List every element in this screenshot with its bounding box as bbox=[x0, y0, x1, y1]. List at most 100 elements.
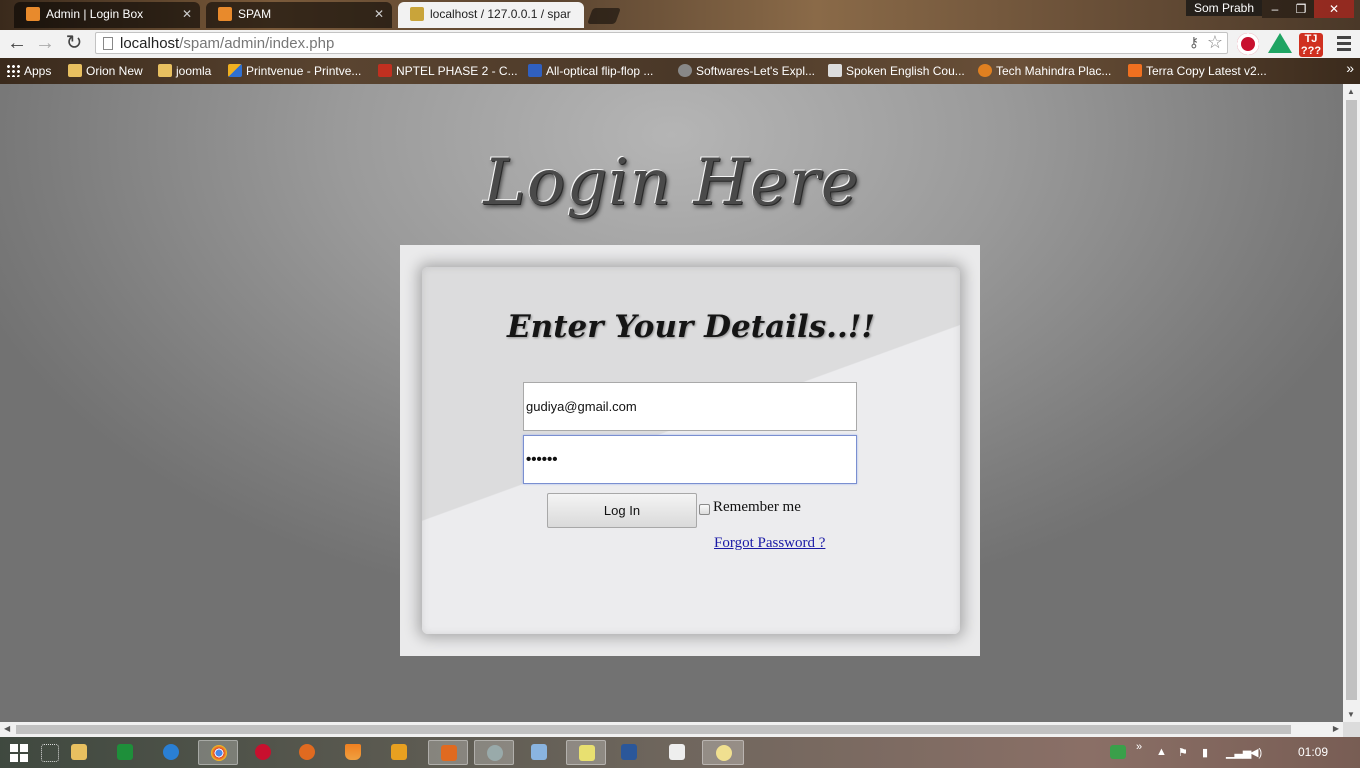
scroll-down-icon[interactable]: ▼ bbox=[1347, 710, 1355, 719]
drive-extension-icon[interactable] bbox=[1268, 33, 1292, 53]
vertical-scroll-thumb[interactable] bbox=[1346, 100, 1357, 700]
password-field[interactable] bbox=[523, 435, 857, 484]
taskbar-xampp[interactable] bbox=[428, 740, 468, 765]
login-panel: Enter Your Details..!! Log In Remember m… bbox=[400, 245, 980, 656]
taskbar-clock[interactable]: 01:09 bbox=[1298, 745, 1328, 759]
url-text: localhost/spam/admin/index.php bbox=[120, 35, 335, 52]
page-icon bbox=[828, 64, 842, 77]
xampp-favicon-icon bbox=[26, 7, 40, 21]
tab-spam[interactable]: SPAM ✕ bbox=[206, 2, 392, 28]
taskbar-word[interactable] bbox=[612, 740, 646, 765]
tj-extension-icon[interactable]: TJ ??? bbox=[1299, 33, 1323, 57]
bookmark-star-icon[interactable]: ☆ bbox=[1207, 32, 1223, 53]
taskbar-app[interactable] bbox=[474, 740, 514, 765]
network-signal-icon[interactable]: ▁▃▅ bbox=[1226, 746, 1251, 759]
tab-title: localhost / 127.0.0.1 / spar bbox=[430, 7, 571, 21]
taskbar-ie[interactable] bbox=[154, 740, 188, 765]
windows-logo-icon bbox=[10, 744, 18, 752]
tray-overflow-icon[interactable]: » bbox=[1136, 741, 1148, 753]
taskbar-explorer[interactable] bbox=[62, 740, 96, 765]
xampp-icon bbox=[441, 745, 457, 761]
volume-icon[interactable]: ◀) bbox=[1250, 746, 1262, 759]
bookmark-softwares[interactable]: Softwares-Let's Expl... bbox=[676, 62, 815, 80]
opera-extension-icon[interactable] bbox=[1237, 33, 1259, 55]
taskbar-opera[interactable] bbox=[246, 740, 280, 765]
tab-close-icon[interactable]: ✕ bbox=[374, 2, 384, 26]
remember-me-label: Remember me bbox=[713, 499, 801, 515]
taskbar-apps-button[interactable] bbox=[32, 740, 66, 765]
horizontal-scroll-thumb[interactable] bbox=[16, 725, 1291, 734]
windows-taskbar: » ▲ ⚑ ▮ ▁▃▅ ◀) 01:09 bbox=[0, 737, 1360, 768]
email-field[interactable] bbox=[523, 382, 857, 431]
site-icon bbox=[978, 64, 992, 77]
tab-title: Admin | Login Box bbox=[46, 7, 144, 21]
scroll-up-icon[interactable]: ▲ bbox=[1347, 87, 1355, 96]
media-player-icon bbox=[391, 744, 407, 760]
taskbar-notepad[interactable] bbox=[522, 740, 556, 765]
scroll-right-icon[interactable]: ▶ bbox=[1333, 724, 1339, 733]
forward-button[interactable]: → bbox=[33, 32, 57, 56]
folder-icon bbox=[71, 744, 87, 760]
bookmark-terra-copy[interactable]: Terra Copy Latest v2... bbox=[1126, 62, 1267, 80]
bookmark-printvenue[interactable]: Printvenue - Printve... bbox=[226, 62, 361, 80]
bookmarks-bar: Apps Orion New joomla Printvenue - Print… bbox=[0, 58, 1360, 84]
minimize-button[interactable]: – bbox=[1262, 0, 1288, 18]
phpmyadmin-favicon-icon bbox=[410, 7, 424, 21]
printvenue-icon bbox=[228, 64, 242, 77]
address-bar[interactable]: localhost/spam/admin/index.php ⚷ ☆ bbox=[95, 32, 1228, 54]
app-icon bbox=[487, 745, 503, 761]
login-button[interactable]: Log In bbox=[547, 493, 697, 528]
taskbar-chrome[interactable] bbox=[198, 740, 238, 765]
site-icon bbox=[678, 64, 692, 77]
bookmark-all-optical[interactable]: All-optical flip-flop ... bbox=[526, 62, 653, 80]
tray-app-icon[interactable] bbox=[1110, 745, 1126, 759]
internet-explorer-icon bbox=[163, 744, 179, 760]
scroll-left-icon[interactable]: ◀ bbox=[4, 724, 10, 733]
forgot-password-link[interactable]: Forgot Password ? bbox=[714, 535, 825, 552]
close-window-button[interactable]: ✕ bbox=[1314, 0, 1354, 18]
apps-grid-icon bbox=[6, 64, 20, 77]
chrome-menu-icon[interactable] bbox=[1337, 36, 1351, 52]
excel-icon bbox=[117, 744, 133, 760]
bookmark-nptel[interactable]: NPTEL PHASE 2 - C... bbox=[376, 62, 518, 80]
firefox-icon bbox=[299, 744, 315, 760]
tab-strip: Admin | Login Box ✕ SPAM ✕ localhost / 1… bbox=[0, 0, 1360, 30]
taskbar-vlc[interactable] bbox=[336, 740, 370, 765]
folder-icon bbox=[68, 64, 82, 77]
maximize-button[interactable]: ❐ bbox=[1288, 0, 1314, 18]
bookmark-spoken-english[interactable]: Spoken English Cou... bbox=[826, 62, 965, 80]
bookmark-orion-new[interactable]: Orion New bbox=[66, 62, 143, 80]
back-button[interactable]: ← bbox=[5, 32, 29, 56]
horizontal-scrollbar[interactable]: ◀ ▶ bbox=[0, 722, 1343, 737]
bookmark-tech-mahindra[interactable]: Tech Mahindra Plac... bbox=[976, 62, 1111, 80]
tab-title: SPAM bbox=[238, 7, 272, 21]
page-title: Login Here bbox=[483, 146, 860, 220]
taskbar-sticky-notes[interactable] bbox=[566, 740, 606, 765]
tab-phpmyadmin[interactable]: localhost / 127.0.0.1 / spar bbox=[398, 2, 584, 28]
battery-icon[interactable]: ▮ bbox=[1202, 746, 1214, 759]
bookmarks-overflow-icon[interactable]: » bbox=[1346, 60, 1354, 76]
key-icon[interactable]: ⚷ bbox=[1189, 34, 1199, 51]
taskbar-calculator[interactable] bbox=[660, 740, 694, 765]
bookmark-apps[interactable]: Apps bbox=[4, 62, 51, 80]
tab-close-icon[interactable]: ✕ bbox=[182, 2, 192, 26]
reload-button[interactable]: ↻ bbox=[62, 32, 86, 56]
new-tab-button[interactable] bbox=[587, 8, 621, 24]
page-viewport: Login Here Enter Your Details..!! Log In… bbox=[0, 84, 1343, 722]
word-icon bbox=[621, 744, 637, 760]
tab-admin-login[interactable]: Admin | Login Box ✕ bbox=[14, 2, 200, 28]
apps-grid-icon bbox=[41, 744, 59, 762]
taskbar-folder-window[interactable] bbox=[702, 740, 744, 765]
profile-button[interactable]: Som Prabh bbox=[1186, 0, 1263, 16]
vertical-scrollbar[interactable]: ▲ ▼ bbox=[1343, 84, 1360, 722]
action-center-flag-icon[interactable]: ⚑ bbox=[1178, 746, 1190, 759]
blogger-icon bbox=[1128, 64, 1142, 77]
taskbar-firefox[interactable] bbox=[290, 740, 324, 765]
remember-me-checkbox[interactable] bbox=[699, 504, 710, 515]
tray-expand-icon[interactable]: ▲ bbox=[1156, 746, 1168, 758]
taskbar-excel[interactable] bbox=[108, 740, 142, 765]
start-button[interactable] bbox=[10, 744, 28, 762]
taskbar-media-player[interactable] bbox=[382, 740, 416, 765]
page-icon bbox=[103, 37, 113, 50]
bookmark-joomla[interactable]: joomla bbox=[156, 62, 211, 80]
